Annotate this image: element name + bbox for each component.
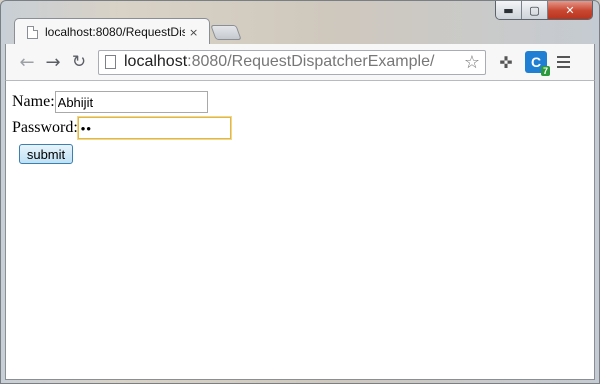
menu-icon[interactable] [557, 56, 570, 68]
password-label: Password: [12, 119, 78, 136]
password-row: Password: [12, 117, 231, 139]
bookmark-star-icon[interactable]: ☆ [464, 52, 480, 73]
name-label: Name: [12, 93, 55, 110]
browser-window: ▬ ▢ ✕ localhost:8080/RequestDis × ← → ↻ … [0, 0, 600, 384]
address-bar[interactable]: localhost :8080/RequestDispatcherExample… [98, 49, 486, 75]
extension-badge: 7 [540, 66, 550, 76]
extension-icon[interactable]: C 7 [525, 51, 550, 76]
name-row: Name: [12, 91, 208, 113]
page-icon [105, 55, 116, 69]
url-host: localhost [124, 53, 188, 70]
reload-icon[interactable]: ↻ [66, 49, 92, 75]
minimize-button[interactable]: ▬ [496, 1, 522, 19]
browser-toolbar: ← → ↻ localhost :8080/RequestDispatcherE… [5, 44, 595, 80]
url-path: :8080/RequestDispatcherExample/ [187, 53, 435, 70]
close-window-button[interactable]: ✕ [548, 1, 592, 19]
submit-button[interactable]: submit [19, 144, 73, 164]
tab-title: localhost:8080/RequestDis [45, 25, 185, 39]
forward-icon[interactable]: → [40, 49, 66, 75]
tab-close-icon[interactable]: × [189, 26, 198, 39]
extension-label: C [530, 54, 542, 70]
back-icon[interactable]: ← [14, 49, 40, 75]
name-input[interactable] [54, 91, 208, 113]
page-icon [27, 25, 38, 39]
window-controls: ▬ ▢ ✕ [495, 1, 593, 20]
extensions-puzzle-icon[interactable]: ✜ [495, 53, 517, 72]
tab-active[interactable]: localhost:8080/RequestDis × [14, 18, 210, 45]
maximize-button[interactable]: ▢ [522, 1, 548, 19]
page-content: Name: Password: submit [5, 80, 595, 380]
password-input[interactable] [77, 117, 231, 139]
new-tab-button[interactable] [210, 25, 242, 40]
